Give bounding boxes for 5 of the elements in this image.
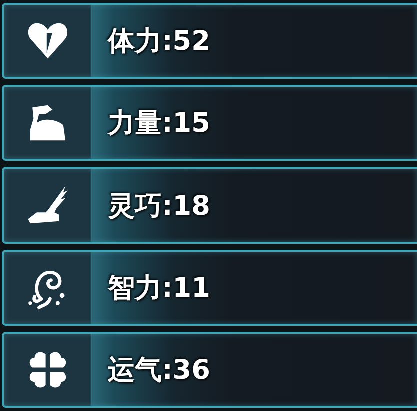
stat-label: 力量:15	[108, 107, 210, 142]
stat-label: 灵巧:18	[108, 190, 210, 224]
stat-label: 智力:11	[108, 272, 210, 306]
stat-label: 运气:36	[108, 354, 210, 388]
stat-label: 体力:52	[108, 25, 210, 60]
